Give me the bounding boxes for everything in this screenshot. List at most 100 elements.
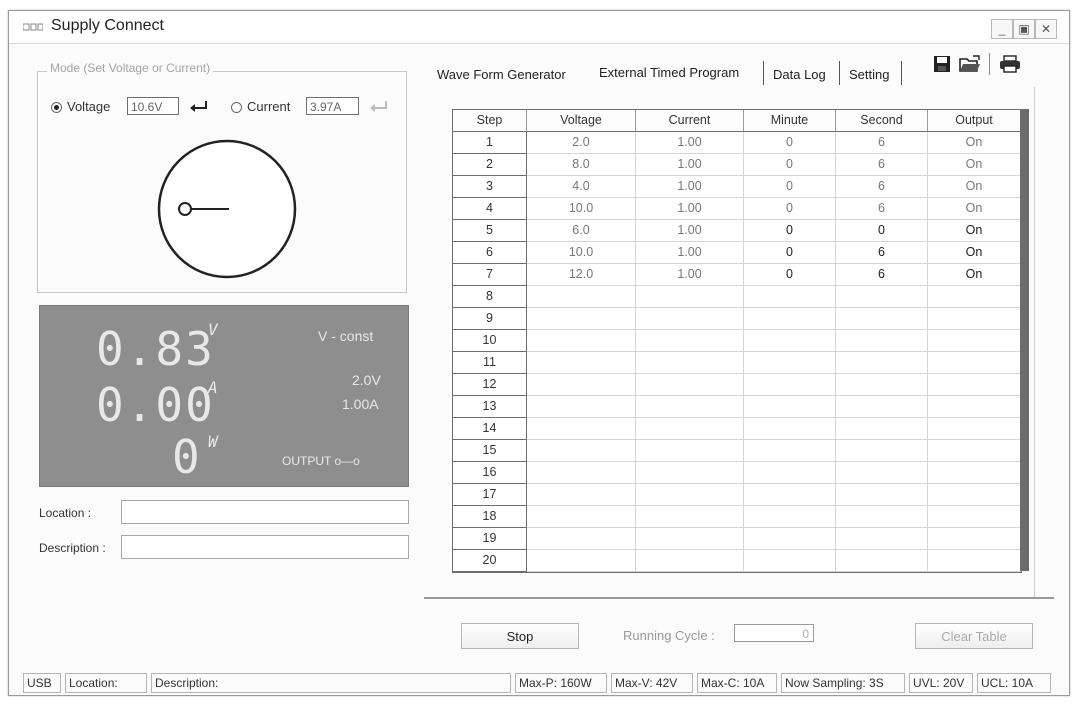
cell-minute[interactable]: 0	[744, 198, 836, 220]
cell-second[interactable]: 6	[836, 264, 928, 286]
cell-output[interactable]	[928, 352, 1021, 374]
cell-output[interactable]	[928, 484, 1021, 506]
column-header-output[interactable]: Output	[928, 110, 1021, 132]
open-folder-icon[interactable]	[959, 55, 981, 73]
cell-current[interactable]: 1.00	[636, 176, 744, 198]
cell-voltage[interactable]	[527, 440, 636, 462]
cell-minute[interactable]: 0	[744, 242, 836, 264]
cell-voltage[interactable]	[527, 506, 636, 528]
cell-voltage[interactable]: 2.0	[527, 132, 636, 154]
maximize-button[interactable]: ▣	[1013, 19, 1035, 39]
cell-current[interactable]	[636, 484, 744, 506]
voltage-enter-icon[interactable]	[189, 100, 209, 114]
cell-voltage[interactable]	[527, 308, 636, 330]
column-header-voltage[interactable]: Voltage	[527, 110, 636, 132]
cell-current[interactable]: 1.00	[636, 198, 744, 220]
cell-output[interactable]: On	[928, 242, 1021, 264]
voltage-radio[interactable]	[51, 102, 62, 113]
cell-output[interactable]: On	[928, 198, 1021, 220]
column-header-minute[interactable]: Minute	[744, 110, 836, 132]
stop-button[interactable]: Stop	[461, 623, 579, 649]
cell-output[interactable]	[928, 528, 1021, 550]
cell-voltage[interactable]: 6.0	[527, 220, 636, 242]
minimize-button[interactable]: _	[991, 19, 1013, 39]
cell-minute[interactable]	[744, 440, 836, 462]
cell-output[interactable]: On	[928, 220, 1021, 242]
cell-current[interactable]	[636, 506, 744, 528]
cell-current[interactable]	[636, 396, 744, 418]
cell-current[interactable]	[636, 286, 744, 308]
cell-voltage[interactable]	[527, 286, 636, 308]
cell-current[interactable]	[636, 418, 744, 440]
cell-current[interactable]: 1.00	[636, 132, 744, 154]
cell-step[interactable]: 5	[453, 220, 527, 242]
tab-wave-form-generator[interactable]: Wave Form Generator	[437, 67, 566, 82]
title-bar[interactable]: Supply Connect _ ▣ ✕	[9, 11, 1069, 44]
cell-minute[interactable]: 0	[744, 132, 836, 154]
cell-minute[interactable]	[744, 528, 836, 550]
cell-second[interactable]	[836, 484, 928, 506]
cell-second[interactable]: 0	[836, 220, 928, 242]
cell-minute[interactable]: 0	[744, 264, 836, 286]
adjust-knob[interactable]	[155, 137, 299, 281]
cell-current[interactable]: 1.00	[636, 154, 744, 176]
cell-current[interactable]: 1.00	[636, 264, 744, 286]
cell-minute[interactable]	[744, 550, 836, 572]
column-header-second[interactable]: Second	[836, 110, 928, 132]
cell-voltage[interactable]	[527, 550, 636, 572]
cell-second[interactable]	[836, 352, 928, 374]
cell-second[interactable]: 6	[836, 132, 928, 154]
cell-second[interactable]	[836, 440, 928, 462]
cell-current[interactable]	[636, 440, 744, 462]
cell-second[interactable]	[836, 462, 928, 484]
cell-minute[interactable]	[744, 396, 836, 418]
cell-output[interactable]	[928, 286, 1021, 308]
cell-current[interactable]	[636, 330, 744, 352]
cell-voltage[interactable]	[527, 330, 636, 352]
current-enter-icon[interactable]	[369, 100, 389, 114]
location-input[interactable]	[121, 500, 409, 524]
save-icon[interactable]	[933, 55, 951, 73]
cell-current[interactable]	[636, 550, 744, 572]
cell-second[interactable]	[836, 528, 928, 550]
cell-output[interactable]	[928, 506, 1021, 528]
cell-step[interactable]: 12	[453, 374, 527, 396]
cell-voltage[interactable]: 10.0	[527, 242, 636, 264]
cell-voltage[interactable]	[527, 528, 636, 550]
cell-step[interactable]: 13	[453, 396, 527, 418]
cell-voltage[interactable]	[527, 418, 636, 440]
cell-second[interactable]: 6	[836, 154, 928, 176]
cell-second[interactable]: 6	[836, 176, 928, 198]
cell-step[interactable]: 17	[453, 484, 527, 506]
current-setpoint-input[interactable]: 3.97A	[306, 97, 359, 115]
cell-minute[interactable]	[744, 330, 836, 352]
cell-output[interactable]	[928, 462, 1021, 484]
cell-step[interactable]: 1	[453, 132, 527, 154]
program-table[interactable]: Step Voltage Current Minute Second Outpu…	[452, 109, 1022, 573]
cell-current[interactable]	[636, 528, 744, 550]
cell-second[interactable]	[836, 330, 928, 352]
cell-voltage[interactable]: 10.0	[527, 198, 636, 220]
cell-step[interactable]: 8	[453, 286, 527, 308]
cell-minute[interactable]	[744, 484, 836, 506]
column-header-current[interactable]: Current	[636, 110, 744, 132]
print-icon[interactable]	[999, 55, 1021, 73]
cell-voltage[interactable]	[527, 396, 636, 418]
cell-current[interactable]: 1.00	[636, 242, 744, 264]
cell-step[interactable]: 20	[453, 550, 527, 572]
cell-second[interactable]	[836, 286, 928, 308]
cell-second[interactable]	[836, 418, 928, 440]
cell-step[interactable]: 10	[453, 330, 527, 352]
cell-minute[interactable]	[744, 308, 836, 330]
cell-second[interactable]: 6	[836, 198, 928, 220]
cell-step[interactable]: 15	[453, 440, 527, 462]
description-input[interactable]	[121, 535, 409, 559]
tab-setting[interactable]: Setting	[849, 67, 889, 82]
cell-output[interactable]: On	[928, 264, 1021, 286]
cell-output[interactable]	[928, 440, 1021, 462]
cell-minute[interactable]	[744, 462, 836, 484]
cell-output[interactable]: On	[928, 154, 1021, 176]
cell-second[interactable]	[836, 396, 928, 418]
cell-minute[interactable]: 0	[744, 220, 836, 242]
cell-current[interactable]	[636, 308, 744, 330]
